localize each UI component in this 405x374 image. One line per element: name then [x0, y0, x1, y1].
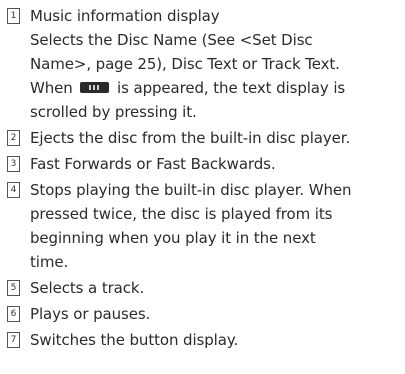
- item-line: Ejects the disc from the built-in disc p…: [30, 129, 351, 147]
- item-line: pressed twice, the disc is played from i…: [30, 205, 333, 223]
- list-item-3: 3 Fast Forwards or Fast Backwards.: [0, 152, 405, 176]
- item-text: Ejects the disc from the built-in disc p…: [30, 126, 405, 150]
- item-title: Music information display: [30, 7, 220, 25]
- list-item-7: 7 Switches the button display.: [0, 328, 405, 352]
- item-text: Stops playing the built-in disc player. …: [30, 178, 405, 274]
- item-number-badge: 6: [7, 306, 20, 322]
- item-text: Music information display Selects the Di…: [30, 4, 405, 124]
- scroll-button-icon: [80, 82, 110, 93]
- list-item-2: 2 Ejects the disc from the built-in disc…: [0, 126, 405, 150]
- list-item-1: 1 Music information display Selects the …: [0, 4, 405, 124]
- instruction-list: 1 Music information display Selects the …: [0, 0, 405, 374]
- item-line: Selects a track.: [30, 279, 145, 297]
- item-line: When is appeared, the text display is: [30, 76, 401, 100]
- item-line-prefix: When: [30, 79, 73, 97]
- item-number-badge: 3: [7, 156, 20, 172]
- item-number-badge: 7: [7, 332, 20, 348]
- list-item-6: 6 Plays or pauses.: [0, 302, 405, 326]
- item-line: Fast Forwards or Fast Backwards.: [30, 155, 276, 173]
- list-item-4: 4 Stops playing the built-in disc player…: [0, 178, 405, 274]
- item-line: scrolled by pressing it.: [30, 103, 197, 121]
- item-line: Stops playing the built-in disc player. …: [30, 181, 352, 199]
- item-number-badge: 2: [7, 130, 20, 146]
- item-text: Plays or pauses.: [30, 302, 405, 326]
- item-line: Plays or pauses.: [30, 305, 151, 323]
- item-line: Selects the Disc Name (See <Set Disc: [30, 31, 313, 49]
- list-item-5: 5 Selects a track.: [0, 276, 405, 300]
- item-text: Selects a track.: [30, 276, 405, 300]
- item-line: time.: [30, 253, 69, 271]
- item-line: beginning when you play it in the next: [30, 229, 316, 247]
- item-line-suffix: is appeared, the text display is: [117, 79, 346, 97]
- item-line: Switches the button display.: [30, 331, 239, 349]
- item-line: Name>, page 25), Disc Text or Track Text…: [30, 55, 340, 73]
- item-number-badge: 5: [7, 280, 20, 296]
- item-number-badge: 4: [7, 182, 20, 198]
- item-text: Fast Forwards or Fast Backwards.: [30, 152, 405, 176]
- item-number-badge: 1: [7, 8, 20, 24]
- item-text: Switches the button display.: [30, 328, 405, 352]
